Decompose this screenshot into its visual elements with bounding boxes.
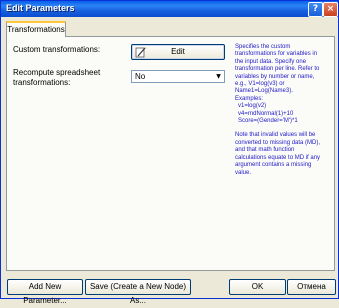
edit-button-label: Edit — [171, 47, 185, 56]
help-note-line: argument contains a missing — [235, 162, 312, 169]
help-line: e.g., V1=log(v3) or — [235, 81, 285, 88]
chevron-down-icon[interactable]: ▼ — [214, 72, 223, 81]
recompute-label-line2: transformations: — [13, 78, 71, 87]
help-note-line: and that math function — [235, 147, 295, 154]
help-note-line: converted to missing data (MD), — [235, 139, 321, 146]
help-example: Score=(Gender='M')*1 — [238, 118, 298, 125]
recompute-label: Recompute spreadsheet transformations: — [13, 68, 100, 88]
help-example: v4=rndNormal(1)+10 — [238, 110, 294, 117]
help-line: transformations for variables in — [235, 51, 318, 58]
recompute-select-value: No — [135, 72, 146, 81]
help-line: Specifies the custom — [235, 44, 291, 50]
add-new-parameter-button[interactable]: Add New Parameter... — [7, 279, 83, 305]
help-line: transformation per line. Refer to — [235, 66, 320, 73]
edit-button[interactable]: Edit — [131, 44, 225, 60]
help-example: v1=log(v2) — [238, 103, 267, 110]
help-note-line: Note that invalid values will be — [235, 132, 316, 139]
close-button[interactable]: × — [323, 2, 338, 17]
help-note-line: calculations equate to MD if any — [235, 154, 321, 161]
transformations-panel: Custom transformations: Edit Recompute s… — [6, 36, 335, 271]
tab-transformations[interactable]: Transformations — [6, 21, 66, 37]
help-line: Name1=Log(Name3). — [235, 88, 293, 95]
help-line: the input data. Specify one — [235, 58, 307, 65]
cancel-button[interactable]: Отмена — [287, 279, 336, 295]
title-bar[interactable]: Edit Parameters ? × — [1, 1, 338, 17]
window-title: Edit Parameters — [6, 3, 75, 13]
help-note-line: value. — [235, 169, 252, 176]
recompute-select[interactable]: No ▼ — [131, 70, 225, 83]
ok-button[interactable]: OK — [229, 279, 286, 295]
help-line: Examples: — [235, 95, 264, 102]
help-button[interactable]: ? — [308, 2, 323, 17]
help-description: Specifies the custom transformations for… — [235, 44, 331, 177]
edit-parameters-dialog: Edit Parameters ? × Transformations Cust… — [0, 0, 339, 305]
save-as-new-node-button[interactable]: Save (Create a New Node) As... — [85, 279, 191, 305]
help-line: variables by number or name, — [235, 73, 315, 80]
custom-transformations-label: Custom transformations: — [13, 45, 101, 54]
recompute-label-line1: Recompute spreadsheet — [13, 68, 101, 77]
